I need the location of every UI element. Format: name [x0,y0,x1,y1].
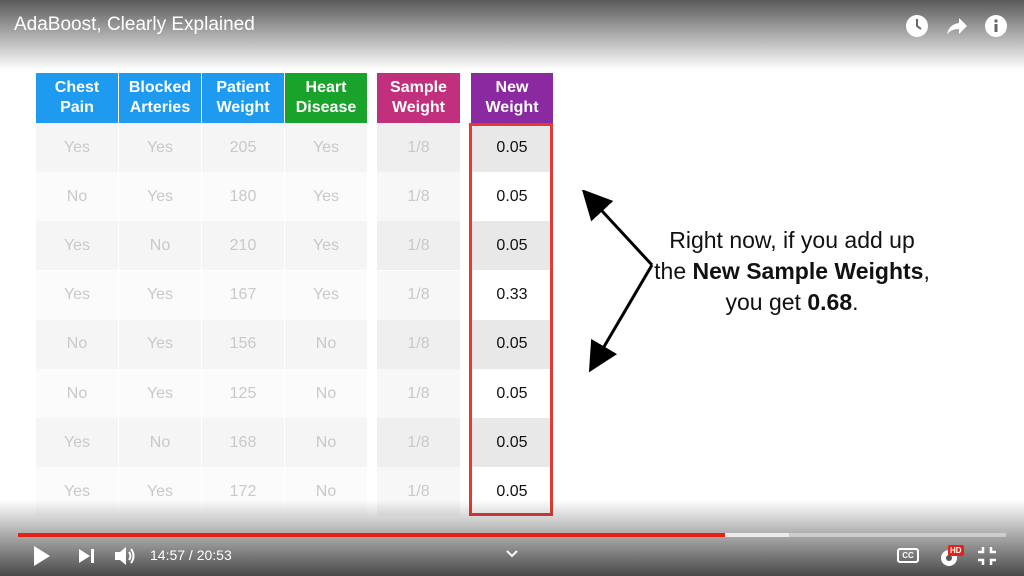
share-icon[interactable] [945,14,969,38]
cell-heart-disease: No [285,319,367,369]
cell-heart-disease: Yes [285,270,367,320]
cell-heart-disease: Yes [285,172,367,222]
arrow-down [588,264,654,373]
cell-chest-pain: No [36,369,118,418]
exit-fullscreen-icon[interactable] [978,547,996,565]
cell-sample-weight: 1/8 [377,123,460,172]
cell-chest-pain: Yes [36,123,118,172]
info-icon[interactable] [984,14,1008,38]
cell-heart-disease: No [285,369,367,418]
header-patient-weight: Patient Weight [202,73,284,123]
header-heart-disease: Heart Disease [285,73,367,123]
chevron-down-icon[interactable] [505,549,519,559]
next-icon[interactable] [78,548,96,564]
cell-chest-pain: No [36,172,118,222]
new-weight-highlight-box [469,123,553,516]
video-title[interactable]: AdaBoost, Clearly Explained [14,14,255,36]
header-sample-weight: Sample Weight [377,73,460,123]
cell-blocked-arteries: Yes [119,172,201,222]
cell-patient-weight: 125 [202,369,284,418]
progress-played [18,533,726,537]
cell-sample-weight: 1/8 [377,172,460,222]
cell-blocked-arteries: Yes [119,319,201,369]
cell-patient-weight: 156 [202,319,284,369]
cell-heart-disease: No [285,418,367,468]
cell-patient-weight: 180 [202,172,284,222]
cell-sample-weight: 1/8 [377,319,460,369]
cell-sample-weight: 1/8 [377,221,460,271]
hd-badge: HD [948,545,964,556]
cell-blocked-arteries: Yes [119,369,201,418]
cell-sample-weight: 1/8 [377,270,460,320]
cell-patient-weight: 167 [202,270,284,320]
cell-chest-pain: Yes [36,221,118,271]
cell-heart-disease: Yes [285,123,367,172]
header-blocked-arteries: Blocked Arteries [119,73,201,123]
header-new-weight: New Weight [471,73,553,123]
cell-blocked-arteries: Yes [119,123,201,172]
cell-heart-disease: Yes [285,221,367,271]
time-total: 20:53 [196,547,232,563]
volume-icon[interactable] [114,545,138,567]
cell-blocked-arteries: Yes [119,270,201,320]
cell-sample-weight: 1/8 [377,369,460,418]
cell-sample-weight: 1/8 [377,418,460,468]
header-chest-pain: Chest Pain [36,73,118,123]
cell-patient-weight: 168 [202,418,284,468]
progress-bar[interactable] [18,533,1006,537]
cell-patient-weight: 205 [202,123,284,172]
time-current: 14:57 [150,547,186,563]
time-display: 14:57 / 20:53 [150,547,232,563]
annotation-text: Right now, if you add up the New Sample … [654,227,930,315]
play-icon[interactable] [32,545,52,567]
cell-blocked-arteries: No [119,418,201,468]
cc-icon[interactable]: CC [897,548,919,563]
cell-chest-pain: Yes [36,418,118,468]
bottom-overlay [0,500,1024,576]
cell-chest-pain: Yes [36,270,118,320]
cell-chest-pain: No [36,319,118,369]
cell-blocked-arteries: No [119,221,201,271]
cell-patient-weight: 210 [202,221,284,271]
clock-icon[interactable] [905,14,929,38]
arrow-up [581,190,654,267]
